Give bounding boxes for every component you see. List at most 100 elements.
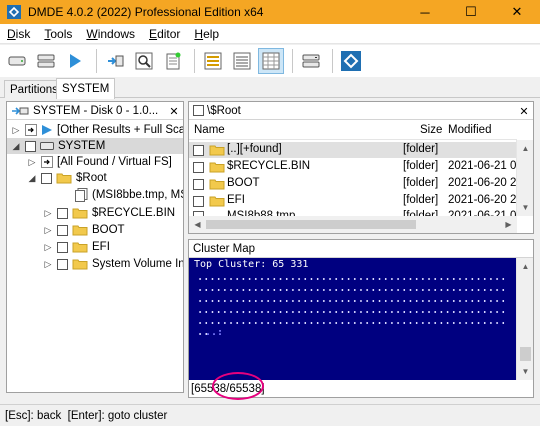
expand-icon[interactable]: ▷: [27, 157, 37, 167]
tree-panel-title: SYSTEM - Disk 0 - 1.0...: [33, 104, 159, 117]
expand-icon[interactable]: ▷: [11, 125, 21, 135]
folder-icon: [209, 179, 225, 190]
scroll-down-icon[interactable]: ▼: [517, 199, 533, 216]
file-list-close-button[interactable]: ✕: [517, 104, 531, 118]
checkbox[interactable]: [57, 258, 68, 270]
file-list-vertical-scrollbar[interactable]: ▲ ▼: [516, 140, 533, 216]
play-icon: [42, 125, 52, 135]
drives-icon: [8, 56, 26, 66]
tree-item-label: $RECYCLE.BIN: [92, 207, 176, 219]
list-view-button[interactable]: [229, 48, 255, 74]
scroll-up-icon[interactable]: ▲: [517, 140, 533, 157]
tree-item-recycle-bin[interactable]: ▷ $RECYCLE.BIN: [43, 205, 176, 221]
scroll-thumb[interactable]: [520, 347, 531, 361]
checkbox[interactable]: [25, 140, 36, 152]
new-file-button[interactable]: [160, 48, 186, 74]
drives-button[interactable]: [4, 48, 30, 74]
tree-item-boot[interactable]: ▷ BOOT: [43, 222, 125, 238]
collapse-icon[interactable]: ◢: [27, 173, 37, 183]
tree-panel-close-button[interactable]: ✕: [167, 104, 181, 118]
checkbox[interactable]: [57, 224, 68, 236]
open-volume-button[interactable]: [102, 48, 128, 74]
window-title: DMDE 4.0.2 (2022) Professional Edition x…: [28, 5, 264, 19]
column-header-modified[interactable]: Modified: [448, 124, 491, 136]
scroll-right-icon[interactable]: ▶: [500, 216, 517, 233]
tree-item-all-found[interactable]: ▷ [All Found / Virtual FS]: [27, 154, 172, 170]
folder-icon: [72, 259, 88, 270]
editor-icon: [302, 54, 320, 68]
expand-icon[interactable]: ▷: [43, 225, 53, 235]
column-header-size[interactable]: Size: [420, 124, 442, 136]
checkbox[interactable]: [193, 178, 204, 190]
close-button[interactable]: ✕: [494, 0, 540, 24]
tree-item-msi-files[interactable]: (MSI8bbe.tmp, MSI8: [75, 187, 183, 203]
list-row[interactable]: [..][+found] [folder]: [189, 142, 517, 158]
file-name: BOOT: [227, 177, 260, 189]
open-volume-icon: [108, 55, 124, 67]
list-row[interactable]: BOOT [folder] 2021-06-20 23:4: [189, 176, 517, 192]
tree-item-root[interactable]: ◢ $Root: [27, 170, 107, 186]
checkbox[interactable]: [193, 195, 204, 207]
find-button[interactable]: [131, 48, 157, 74]
checkbox[interactable]: [193, 144, 204, 156]
file-name: EFI: [227, 194, 245, 206]
grid-view-button[interactable]: [258, 48, 284, 74]
tree-item-label: EFI: [92, 241, 110, 253]
partitions-view-button[interactable]: [200, 48, 226, 74]
scroll-thumb[interactable]: [206, 220, 416, 229]
minimize-button[interactable]: ─: [402, 0, 448, 24]
title-bar: DMDE 4.0.2 (2022) Professional Edition x…: [0, 0, 540, 24]
checkbox[interactable]: [193, 105, 204, 116]
scroll-up-icon[interactable]: ▲: [517, 258, 533, 275]
file-modified: 2021-06-20 23:4: [448, 177, 517, 189]
volumes-icon: [37, 54, 55, 68]
play-button[interactable]: [62, 48, 88, 74]
collapse-icon[interactable]: ◢: [11, 141, 21, 151]
cluster-row: [197, 322, 505, 324]
checkbox[interactable]: [57, 207, 68, 219]
column-header-name[interactable]: Name: [194, 124, 225, 136]
checkbox[interactable]: [57, 241, 68, 253]
menu-windows[interactable]: Windows: [79, 27, 142, 41]
expand-icon[interactable]: ▷: [43, 242, 53, 252]
tab-system[interactable]: SYSTEM: [56, 78, 116, 99]
folder-open-icon: [56, 173, 72, 184]
expand-icon[interactable]: ▷: [43, 259, 53, 269]
menu-bar: Disk Tools Windows Editor Help: [0, 24, 540, 44]
menu-tools[interactable]: Tools: [37, 27, 79, 41]
tree-item-system-volume-info[interactable]: ▷ System Volume Info: [43, 256, 183, 272]
menu-editor[interactable]: Editor: [142, 27, 187, 41]
list-row[interactable]: $RECYCLE.BIN [folder] 2021-06-21 00:0: [189, 159, 517, 175]
scroll-down-icon[interactable]: ▼: [517, 363, 533, 380]
dmde-logo-button[interactable]: [338, 48, 364, 74]
cluster-row: [197, 311, 505, 313]
list-view-icon: [233, 52, 251, 70]
list-row[interactable]: EFI [folder] 2021-06-20 23:4: [189, 193, 517, 209]
tree-item-other-results[interactable]: ▷ [Other Results + Full Scan]: [11, 122, 183, 138]
status-text: [Esc]: back [Enter]: goto cluster: [5, 409, 168, 422]
file-size: [folder]: [403, 177, 439, 189]
menu-help[interactable]: Help: [187, 27, 226, 41]
new-file-icon: [166, 52, 181, 70]
cluster-map-vertical-scrollbar[interactable]: ▲ ▼: [516, 258, 533, 380]
cluster-map-view[interactable]: Top Cluster: 65 331 ..:: [189, 258, 517, 380]
maximize-button[interactable]: ☐: [448, 0, 494, 24]
editor-button[interactable]: [298, 48, 324, 74]
scroll-left-icon[interactable]: ◀: [189, 216, 206, 233]
file-list-horizontal-scrollbar[interactable]: ◀ ▶: [189, 216, 517, 233]
partitions-view-icon: [204, 52, 222, 70]
volumes-button[interactable]: [33, 48, 59, 74]
menu-disk[interactable]: Disk: [0, 27, 37, 41]
cluster-row: [197, 289, 505, 291]
tree-panel: SYSTEM - Disk 0 - 1.0... ✕ ▷ [Other Resu…: [6, 101, 184, 393]
checkbox[interactable]: [41, 172, 52, 184]
toolbar-separator: [194, 49, 195, 73]
tree-item-system[interactable]: ◢ SYSTEM: [7, 138, 183, 154]
tab-partitions[interactable]: Partitions: [4, 80, 64, 98]
folder-icon: [209, 145, 225, 156]
tree-item-efi[interactable]: ▷ EFI: [43, 239, 110, 255]
find-icon: [135, 52, 153, 70]
checkbox[interactable]: [193, 161, 204, 173]
cluster-row: [197, 300, 505, 302]
expand-icon[interactable]: ▷: [43, 208, 53, 218]
